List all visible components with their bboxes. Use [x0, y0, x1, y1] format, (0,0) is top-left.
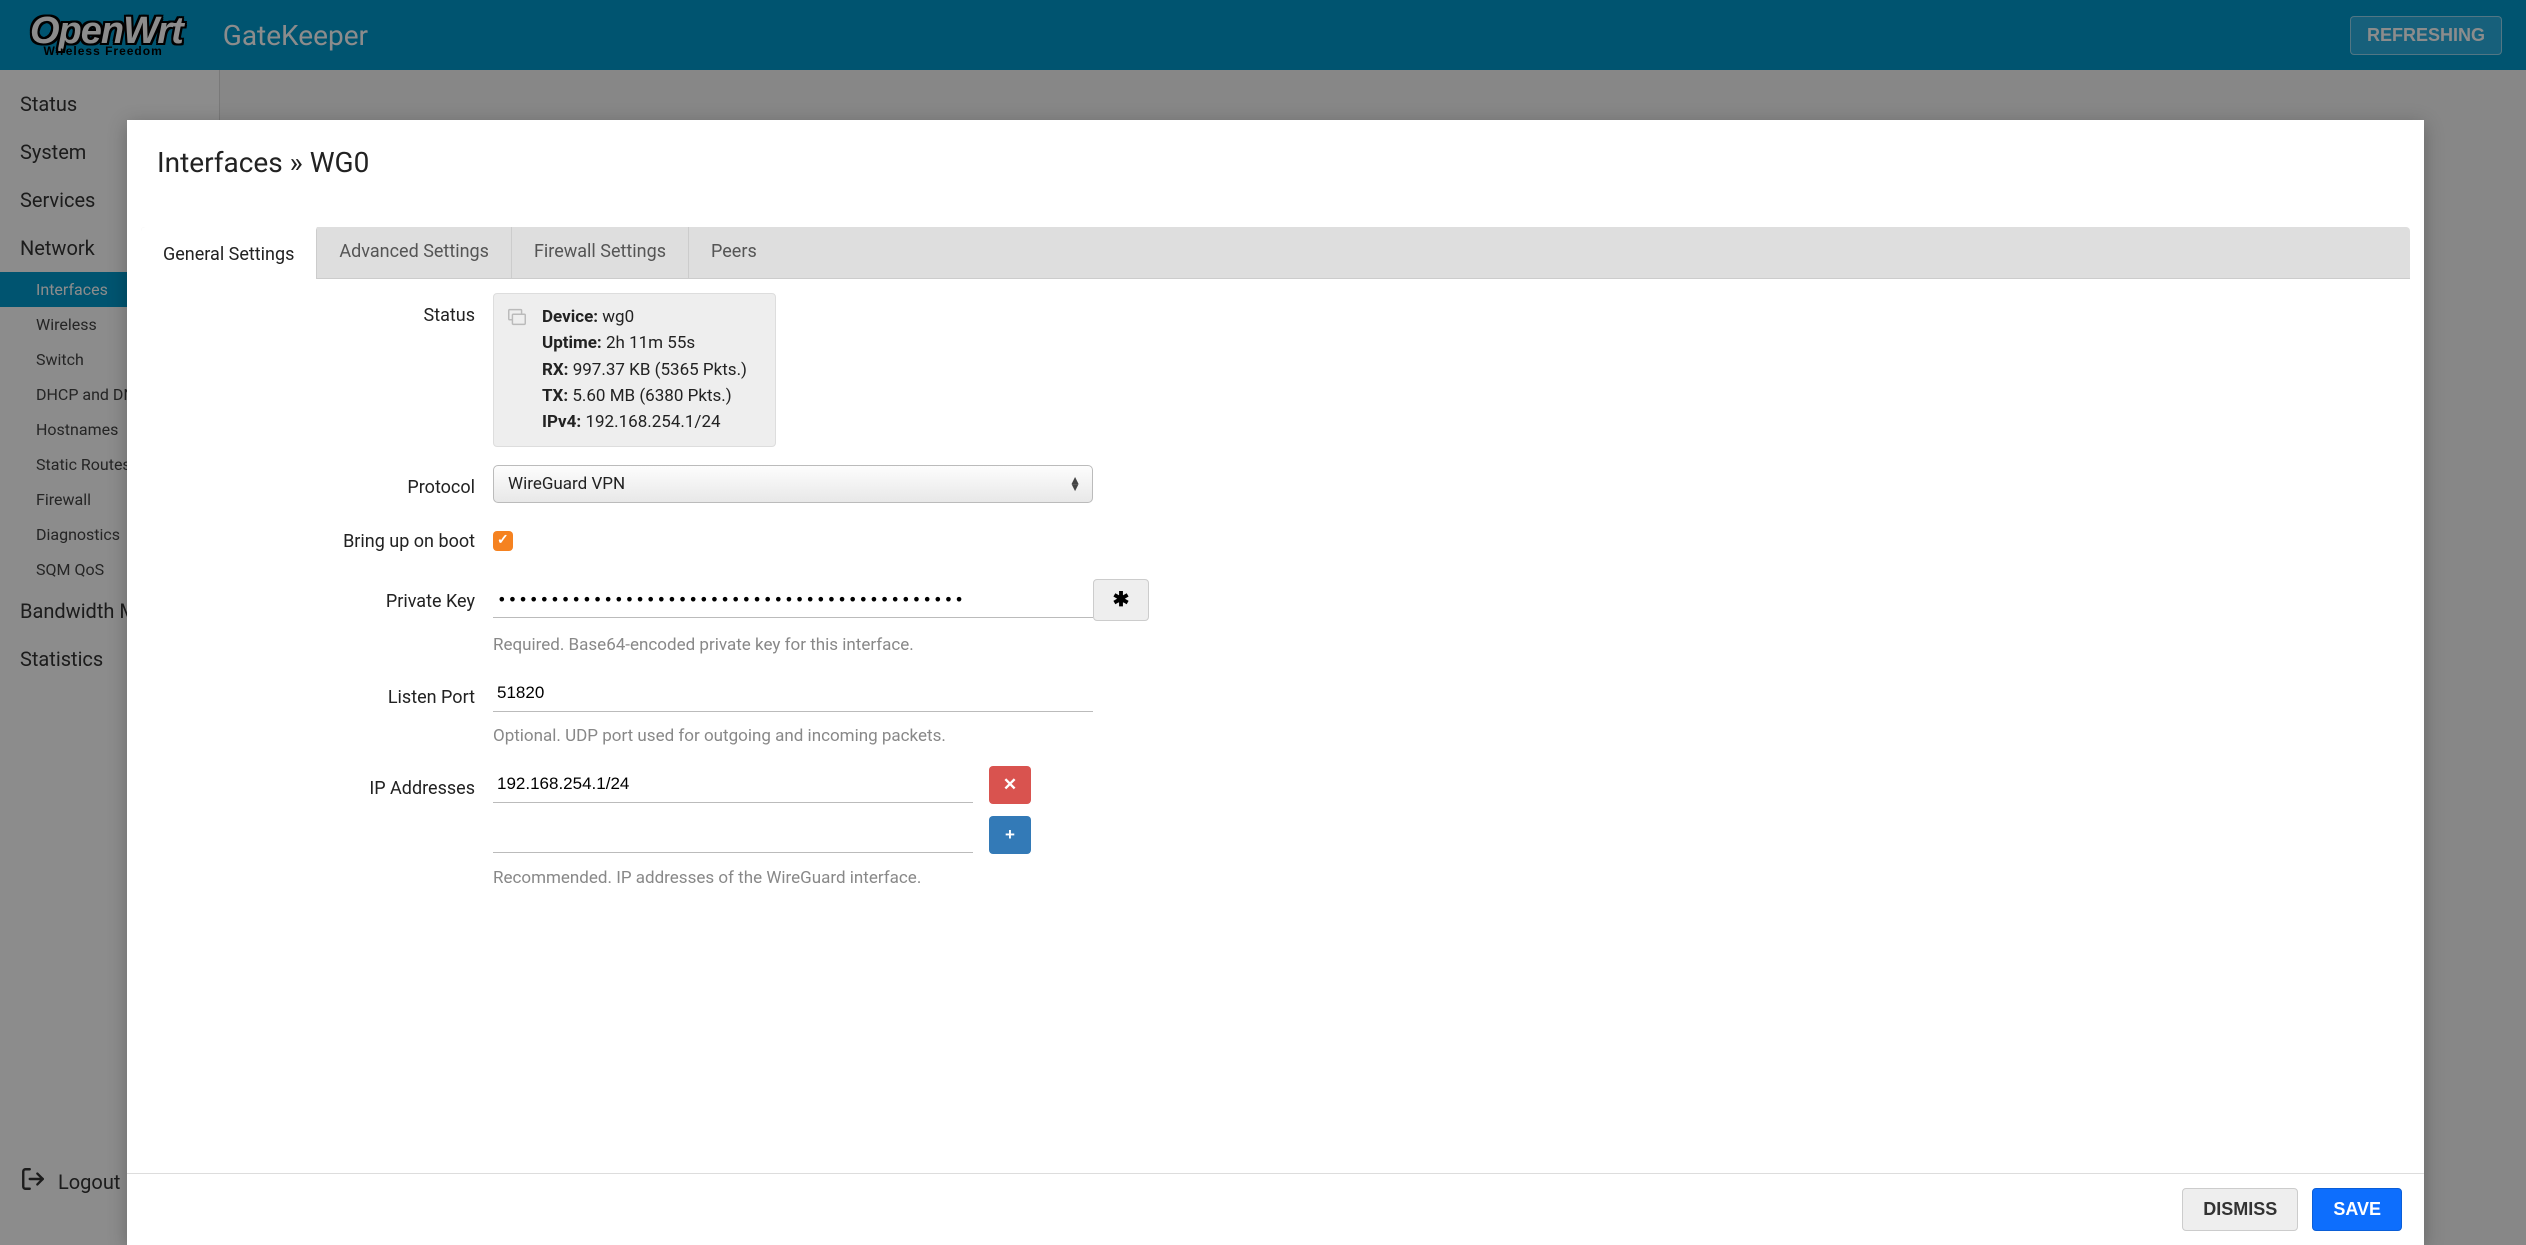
device-value: wg0	[602, 307, 634, 327]
status-label: Status	[157, 293, 493, 326]
save-button[interactable]: SAVE	[2312, 1188, 2402, 1231]
reveal-key-button[interactable]: ✱	[1093, 579, 1149, 621]
uptime-value: 2h 11m 55s	[606, 333, 695, 353]
listen-port-label: Listen Port	[157, 675, 493, 708]
ip-address-input-0[interactable]	[493, 766, 973, 803]
uptime-label: Uptime:	[542, 333, 602, 353]
private-key-label: Private Key	[157, 579, 493, 612]
bring-up-label: Bring up on boot	[157, 519, 493, 552]
tabs: General Settings Advanced Settings Firew…	[141, 227, 2410, 279]
status-box: Device: wg0 Uptime: 2h 11m 55s RX: 997.3…	[493, 293, 776, 447]
protocol-select[interactable]: WireGuard VPN	[493, 465, 1093, 503]
interface-modal: Interfaces » WG0 General Settings Advanc…	[127, 120, 2424, 1245]
rx-label: RX:	[542, 360, 568, 380]
tx-value: 5.60 MB (6380 Pkts.)	[572, 386, 731, 406]
device-icon	[506, 306, 528, 436]
ip-addresses-label: IP Addresses	[157, 766, 493, 799]
form-area: Status Device: wg0 Uptime: 2h 11m 55s RX…	[127, 279, 2424, 1173]
tab-firewall[interactable]: Firewall Settings	[512, 227, 689, 278]
bring-up-checkbox[interactable]	[493, 531, 513, 551]
tab-advanced[interactable]: Advanced Settings	[317, 227, 512, 278]
remove-ip-button[interactable]: ✕	[989, 766, 1031, 804]
rx-value: 997.37 KB (5365 Pkts.)	[573, 360, 747, 380]
tx-label: TX:	[542, 386, 568, 406]
protocol-label: Protocol	[157, 465, 493, 498]
ipv4-value: 192.168.254.1/24	[585, 412, 720, 432]
listen-port-input[interactable]	[493, 675, 1093, 712]
modal-footer: DISMISS SAVE	[127, 1173, 2424, 1245]
ip-address-input-new[interactable]	[493, 816, 973, 853]
private-key-help: Required. Base64-encoded private key for…	[493, 635, 2394, 655]
ip-help: Recommended. IP addresses of the WireGua…	[493, 868, 2394, 888]
add-ip-button[interactable]: +	[989, 816, 1031, 854]
ipv4-label: IPv4:	[542, 412, 581, 432]
modal-title: Interfaces » WG0	[127, 120, 2424, 185]
tab-general[interactable]: General Settings	[141, 227, 317, 279]
listen-port-help: Optional. UDP port used for outgoing and…	[493, 726, 2394, 746]
private-key-input[interactable]	[493, 582, 1093, 618]
tab-peers[interactable]: Peers	[689, 227, 779, 278]
device-label: Device:	[542, 307, 598, 327]
dismiss-button[interactable]: DISMISS	[2182, 1188, 2298, 1231]
